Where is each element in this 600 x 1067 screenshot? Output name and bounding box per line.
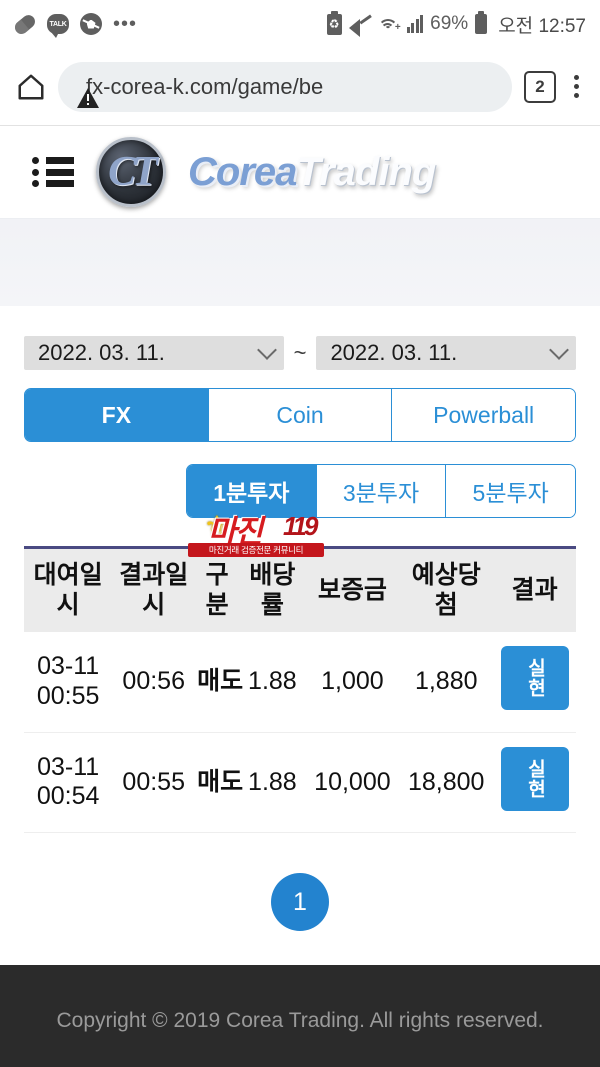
lease-date: 03-11 <box>37 652 100 681</box>
status-bar-clock: 오전 12:57 <box>498 15 586 37</box>
tab-powerball-label: Powerball <box>433 401 535 428</box>
bet-history-table: 대여일시 결과일시 구분 배당률 보증금 예상당첨 결과 03-11 00:55 <box>24 546 576 833</box>
table-row: 03-11 00:54 00:55 매도 1.88 10,000 18,800 … <box>24 732 576 833</box>
battery-percent: 69% <box>430 13 469 34</box>
table-body: 03-11 00:55 00:56 매도 1.88 1,000 1,880 실현 <box>24 632 576 833</box>
tab-3min-label: 3분투자 <box>342 480 420 506</box>
pagination: 1 <box>0 833 600 965</box>
th-result: 결과 <box>493 546 576 632</box>
table-row: 03-11 00:55 00:56 매도 1.88 1,000 1,880 실현 <box>24 632 576 733</box>
table-head: 대여일시 결과일시 구분 배당률 보증금 예상당첨 결과 <box>24 546 576 632</box>
th-result-datetime: 결과일시 <box>112 546 196 632</box>
more-dots-icon: ••• <box>113 13 138 35</box>
lease-time: 00:54 <box>36 782 100 811</box>
page-button-1[interactable]: 1 <box>271 873 329 931</box>
tab-coin[interactable]: Coin <box>207 389 392 441</box>
tab-powerball[interactable]: Powerball <box>391 389 575 441</box>
cell-deposit: 10,000 <box>305 732 400 833</box>
site-header: CT CoreaTrading <box>0 126 600 218</box>
cell-odds: 1.88 <box>239 732 306 833</box>
th-deposit: 보증금 <box>305 546 400 632</box>
lease-date: 03-11 <box>37 752 100 781</box>
battery-icon <box>475 11 488 34</box>
tab-count-button[interactable]: 2 <box>524 70 556 103</box>
camera-shutter-icon <box>80 13 102 35</box>
cell-result-time: 00:55 <box>112 732 196 833</box>
interval-tabs: 1분투자 3분투자 5분투자 <box>186 464 576 518</box>
cell-result: 실현 <box>493 632 576 733</box>
tab-fx[interactable]: FX <box>25 389 208 441</box>
page-number-label: 1 <box>293 887 307 916</box>
chevron-down-icon <box>549 339 569 360</box>
th-lease-datetime: 대여일시 <box>24 546 113 632</box>
logo-primary: Corea <box>188 149 297 194</box>
tab-3min[interactable]: 3분투자 <box>315 465 446 517</box>
banner-placeholder <box>0 218 600 306</box>
date-range-separator: ~ <box>293 340 307 365</box>
tab-count-label: 2 <box>535 76 545 96</box>
date-filter-row: 2022. 03. 11. ~ 2022. 03. 11. <box>24 306 577 370</box>
main-content: 2022. 03. 11. ~ 2022. 03. 11. FX Coin Po… <box>0 306 600 833</box>
status-bar-right: + 69% 오전 12:57 <box>326 10 586 38</box>
game-tabs: FX Coin Powerball <box>24 388 576 442</box>
home-icon[interactable] <box>16 72 46 102</box>
th-expected-payout: 예상당첨 <box>399 546 494 632</box>
bet-history-table-wrapper: 대여일시 결과일시 구분 배당률 보증금 예상당첨 결과 03-11 00:55 <box>24 546 576 833</box>
cell-odds: 1.88 <box>239 632 306 733</box>
lease-time: 00:55 <box>36 681 100 710</box>
cell-expected: 1,880 <box>399 632 494 733</box>
logo-monogram: CT <box>108 149 158 195</box>
logo-secondary: Trading <box>296 149 436 194</box>
wifi-plus-icon: + <box>377 15 401 33</box>
date-from-select[interactable]: 2022. 03. 11. <box>24 336 284 370</box>
status-bar: TALK ••• + 69% 오전 12:57 <box>0 0 600 48</box>
kakaotalk-icon: TALK <box>47 14 69 38</box>
cell-type: 매도 <box>195 632 243 733</box>
status-bar-left: TALK ••• <box>12 11 138 38</box>
site-logo-text[interactable]: CoreaTrading <box>188 149 436 195</box>
copyright-text: Copyright © 2019 Corea Trading. All righ… <box>56 1009 544 1032</box>
browser-toolbar: fx-corea-k.com/game/be 2 <box>0 48 600 126</box>
date-from-value: 2022. 03. 11. <box>38 340 165 365</box>
tab-5min[interactable]: 5분투자 <box>445 465 575 517</box>
list-menu-icon[interactable] <box>32 157 74 187</box>
cell-lease-datetime: 03-11 00:54 <box>24 732 113 833</box>
url-bar[interactable]: fx-corea-k.com/game/be <box>58 61 512 112</box>
date-to-value: 2022. 03. 11. <box>330 340 458 365</box>
battery-recycle-icon <box>326 10 342 35</box>
th-odds: 배당률 <box>239 546 306 632</box>
cell-deposit: 1,000 <box>305 632 400 733</box>
cell-result: 실현 <box>493 732 576 833</box>
logo-badge[interactable]: CT <box>96 137 166 207</box>
table-header-row: 대여일시 결과일시 구분 배당률 보증금 예상당첨 결과 <box>24 546 576 632</box>
phone-screen: TALK ••• + 69% 오전 12:57 <box>0 0 600 1067</box>
kakaotalk-label: TALK <box>49 20 67 28</box>
kebab-menu-icon[interactable] <box>568 75 584 98</box>
tab-5min-label: 5분투자 <box>472 480 549 506</box>
date-to-select[interactable]: 2022. 03. 11. <box>316 336 577 370</box>
signal-bars-icon <box>406 15 424 33</box>
pill-icon <box>12 11 38 37</box>
mute-icon <box>348 15 371 37</box>
th-type: 구분 <box>195 546 240 632</box>
tab-1min[interactable]: 1분투자 <box>187 465 316 517</box>
site-footer: Copyright © 2019 Corea Trading. All righ… <box>0 965 600 1067</box>
cell-result-time: 00:56 <box>112 632 196 733</box>
tab-1min-label: 1분투자 <box>213 480 290 506</box>
status-badge[interactable]: 실현 <box>500 646 569 710</box>
cell-expected: 18,800 <box>399 732 494 833</box>
status-badge[interactable]: 실현 <box>500 746 569 811</box>
url-text: fx-corea-k.com/game/be <box>86 73 324 99</box>
chevron-down-icon <box>256 339 277 360</box>
tab-coin-label: Coin <box>276 401 324 428</box>
cell-type: 매도 <box>195 732 243 833</box>
cell-lease-datetime: 03-11 00:55 <box>24 632 113 733</box>
tab-fx-label: FX <box>101 401 132 428</box>
